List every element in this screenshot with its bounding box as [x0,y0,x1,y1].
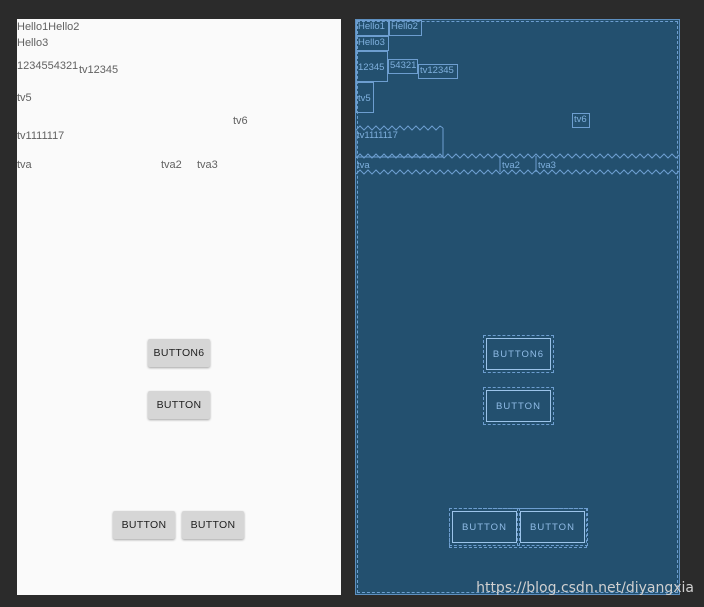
bp-button-bottom-left[interactable]: BUTTON [449,508,520,546]
bp-textview-54321[interactable]: 54321 [388,59,418,74]
bp-button-middle[interactable]: BUTTON [483,387,554,425]
textview-hello1hello2[interactable]: Hello1Hello2 [17,21,79,34]
bp-textview-hello1[interactable]: Hello1 [356,20,389,36]
textview-tva2[interactable]: tva2 [161,159,182,172]
bp-textview-hello2[interactable]: Hello2 [389,20,422,36]
button-middle[interactable]: BUTTON [148,391,210,419]
bp-textview-tva2[interactable]: tva2 [501,160,535,172]
design-preview-panel[interactable]: Hello1Hello2 Hello3 1234554321 tv12345 t… [17,19,341,595]
bp-textview-tv6[interactable]: tv6 [572,113,590,128]
button-bottom-left[interactable]: BUTTON [113,511,175,539]
textview-tva[interactable]: tva [17,159,32,172]
textview-tv6[interactable]: tv6 [233,115,248,128]
bp-button-bottom-right[interactable]: BUTTON [517,508,588,546]
textview-1234554321[interactable]: 1234554321 [17,60,78,73]
textview-tv1111117[interactable]: tv1111117 [17,130,64,143]
textview-tva3[interactable]: tva3 [197,159,218,172]
bp-textview-hello3[interactable]: Hello3 [356,36,389,51]
bp-textview-tva[interactable]: tva [356,160,396,172]
textview-hello3[interactable]: Hello3 [17,37,48,50]
bp-textview-tv1111117[interactable]: tv1111117 [356,130,443,144]
bp-textview-tv12345[interactable]: tv12345 [418,64,458,79]
bp-textview-tva3[interactable]: tva3 [537,160,571,172]
watermark-url: https://blog.csdn.net/diyangxia [476,580,694,596]
textview-tv12345[interactable]: tv12345 [79,64,118,77]
button6[interactable]: BUTTON6 [148,339,210,367]
bp-textview-tv5[interactable]: tv5 [356,82,374,113]
bp-button6[interactable]: BUTTON6 [483,335,554,373]
blueprint-panel[interactable]: Hello1 Hello2 Hello3 12345 54321 tv12345… [355,19,680,595]
button-bottom-right[interactable]: BUTTON [182,511,244,539]
textview-tv5[interactable]: tv5 [17,92,32,105]
bp-textview-12345[interactable]: 12345 [356,51,388,82]
